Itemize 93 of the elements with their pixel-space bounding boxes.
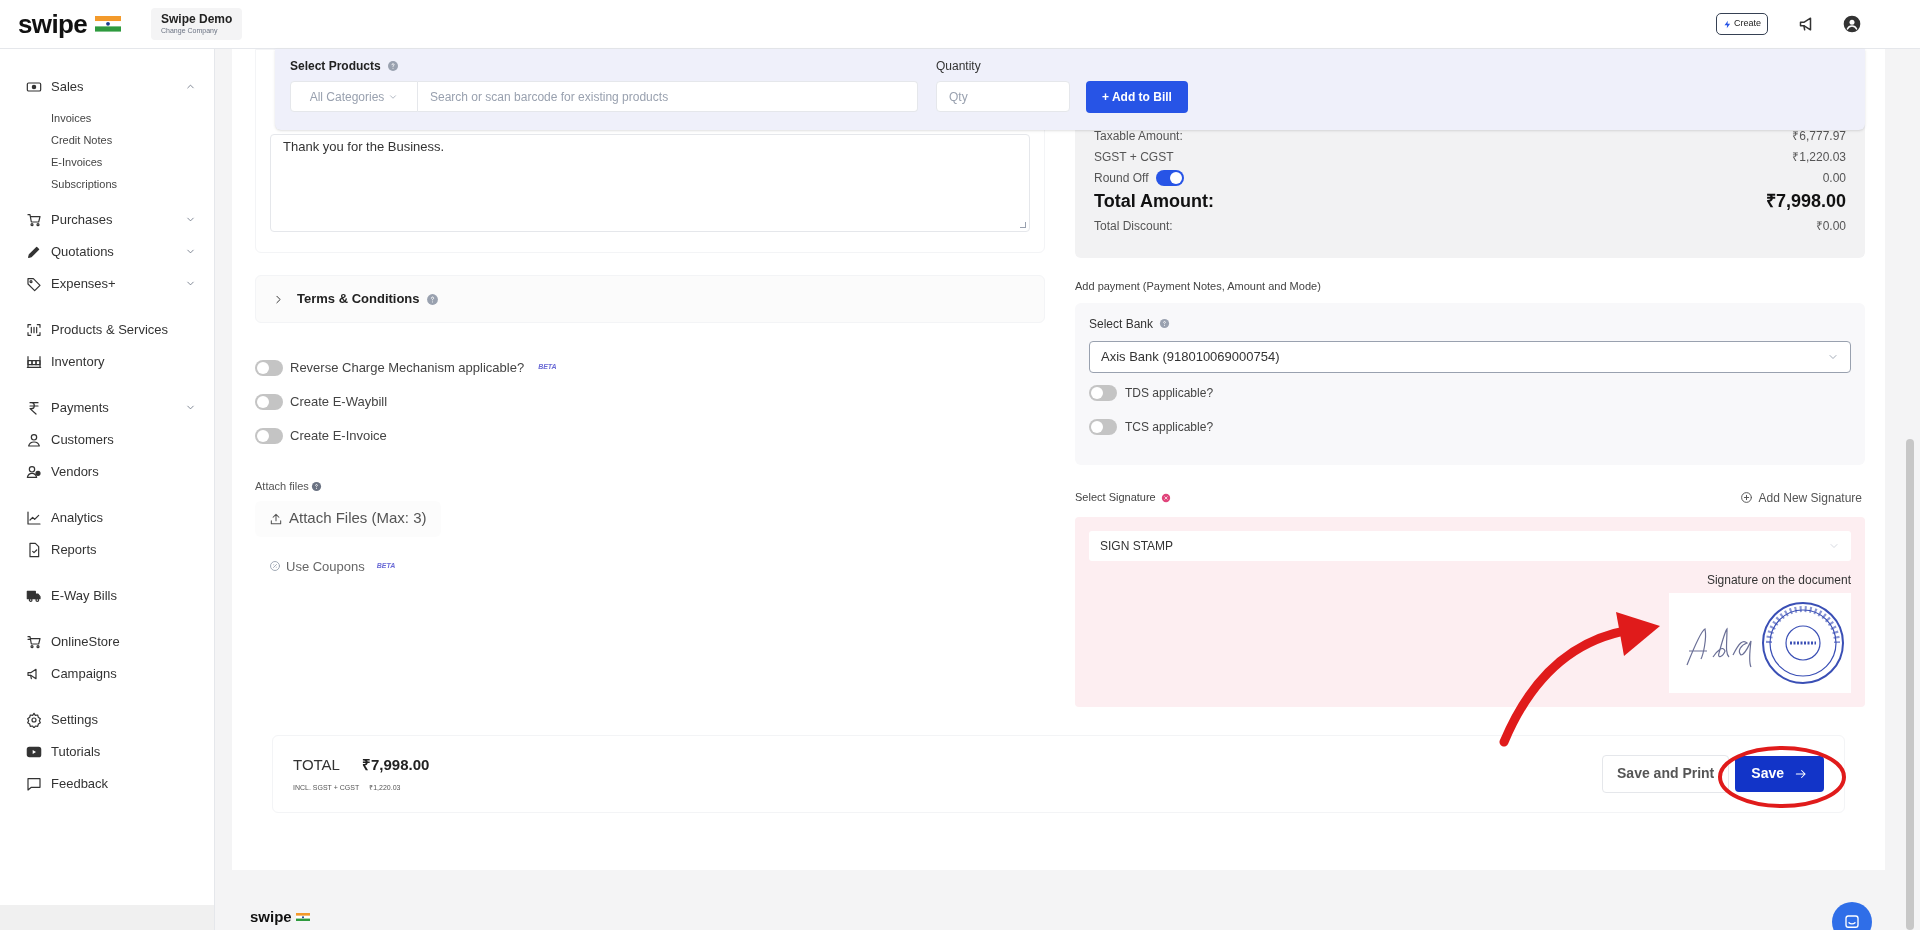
sidebar-item[interactable]: OnlineStore xyxy=(26,631,196,652)
boxes-icon xyxy=(26,353,42,370)
scrollbar[interactable] xyxy=(1900,49,1920,930)
help-icon xyxy=(1159,318,1171,329)
sidebar-item[interactable]: Quotations xyxy=(26,241,196,262)
toggle-switch[interactable] xyxy=(1089,418,1117,435)
summary-label: Total Amount: xyxy=(1094,190,1214,213)
chat-icon xyxy=(1843,913,1861,930)
flag-icon xyxy=(295,912,310,921)
sidebar-subitem[interactable]: E-Invoices xyxy=(51,153,196,171)
footer-logo: swipe xyxy=(250,906,292,927)
cart-icon xyxy=(26,211,42,228)
sidebar-item[interactable]: Payments xyxy=(26,397,196,418)
sidebar-subitem[interactable]: Invoices xyxy=(51,109,196,127)
required-icon xyxy=(1160,492,1171,503)
signature-preview-label: Signature on the document xyxy=(1706,571,1851,589)
summary-label: Total Discount: xyxy=(1094,217,1173,235)
toggle-switch[interactable] xyxy=(1089,384,1117,401)
select-bank-label: Select Bank xyxy=(1089,315,1154,333)
sidebar-subitem[interactable]: Subscriptions xyxy=(51,175,196,193)
option-label: TDS applicable? xyxy=(1125,384,1214,402)
sidebar-item[interactable]: Vendors xyxy=(26,461,196,482)
tag-icon xyxy=(26,275,42,292)
terms-accordion[interactable]: Terms & Conditions xyxy=(255,275,1045,323)
sidebar-item[interactable]: Products & Services xyxy=(26,319,196,340)
select-products-label: Select Products xyxy=(290,58,381,75)
toggle-switch[interactable] xyxy=(255,393,283,410)
option-label: Create E-Invoice xyxy=(290,426,387,445)
summary-label: SGST + CGST xyxy=(1094,148,1174,166)
create-button[interactable]: Create xyxy=(1716,13,1768,35)
select-signature-label: Select Signature xyxy=(1075,490,1156,506)
sidebar-item[interactable]: Inventory xyxy=(26,351,196,372)
payment-heading: Add payment (Payment Notes, Amount and Mode) xyxy=(1075,279,1322,294)
toggle-switch[interactable] xyxy=(1156,169,1185,186)
summary-label: Round Off xyxy=(1094,169,1149,187)
scan-icon xyxy=(26,321,42,338)
signature-select[interactable]: SIGN STAMP xyxy=(1089,530,1851,561)
sidebar-item[interactable]: Campaigns xyxy=(26,663,196,684)
toggle-switch[interactable] xyxy=(255,359,283,376)
help-icon xyxy=(310,480,322,492)
option-label: Reverse Charge Mechanism applicable? xyxy=(290,358,525,377)
save-button[interactable]: Save xyxy=(1735,755,1824,792)
sidebar-item[interactable]: Feedback xyxy=(26,773,196,794)
coupon-icon xyxy=(269,560,281,573)
save-and-print-button[interactable]: Save and Print xyxy=(1602,754,1730,793)
sidebar-item[interactable]: Sales xyxy=(26,76,196,97)
toggle-switch[interactable] xyxy=(255,427,283,444)
add-signature-link[interactable]: Add New Signature xyxy=(1739,488,1862,507)
summary-value: ₹7,998.00 xyxy=(1765,190,1846,213)
sidebar-item[interactable]: E-Way Bills xyxy=(26,585,196,606)
sidebar-item[interactable]: Reports xyxy=(26,539,196,560)
users-icon xyxy=(26,463,42,480)
quantity-label: Quantity xyxy=(936,58,981,75)
help-icon xyxy=(386,60,399,72)
summary-value: ₹1,220.03 xyxy=(1792,148,1846,166)
flag-icon xyxy=(95,16,121,32)
sidebar-item[interactable]: Purchases xyxy=(26,209,196,230)
chat-icon xyxy=(26,775,42,792)
sidebar-item[interactable]: Customers xyxy=(26,429,196,450)
quantity-field[interactable]: Qty xyxy=(936,81,1070,112)
settings-icon xyxy=(26,711,42,728)
add-icon xyxy=(1739,491,1753,504)
help-icon xyxy=(425,292,439,306)
summary-value: ₹0.00 xyxy=(1815,217,1846,235)
search-field[interactable]: Search or scan barcode for existing products xyxy=(418,81,918,112)
summary-value: ₹6,777.97 xyxy=(1792,127,1846,145)
rupee-icon xyxy=(26,399,42,416)
sidebar-item[interactable]: Expenses+ xyxy=(26,273,196,294)
notes-field[interactable]: Thank you for the Business. xyxy=(270,134,1030,232)
bank-select[interactable]: Axis Bank (918010069000754) xyxy=(1089,340,1851,373)
user-icon[interactable] xyxy=(1842,14,1862,34)
total-amount: ₹7,998.00 xyxy=(361,755,430,775)
attach-files-label: Attach files xyxy=(255,479,309,494)
chat-button[interactable] xyxy=(1832,902,1872,930)
total-label: TOTAL xyxy=(293,755,340,775)
document-icon xyxy=(26,541,42,558)
company-name: Swipe Demo xyxy=(161,12,233,28)
summary-label: Taxable Amount: xyxy=(1094,127,1183,145)
option-label: Create E-Waybill xyxy=(290,392,388,411)
use-coupons-link[interactable]: Use Coupons xyxy=(269,556,365,576)
chart-icon xyxy=(26,509,42,526)
sidebar-item[interactable]: Analytics xyxy=(26,507,196,528)
option-label: TCS applicable? xyxy=(1125,418,1214,436)
add-to-bill-button[interactable]: + Add to Bill xyxy=(1086,80,1188,113)
upload-icon xyxy=(269,511,283,526)
bolt-icon xyxy=(1723,19,1732,29)
logo-text: swipe xyxy=(18,11,87,37)
sidebar-item[interactable]: Tutorials xyxy=(26,741,196,762)
sidebar-subitem[interactable]: Credit Notes xyxy=(51,131,196,149)
cart-icon xyxy=(26,633,42,650)
sidebar-item[interactable]: Settings xyxy=(26,709,196,730)
user-icon xyxy=(26,431,42,448)
summary-value: 0.00 xyxy=(1822,169,1846,187)
